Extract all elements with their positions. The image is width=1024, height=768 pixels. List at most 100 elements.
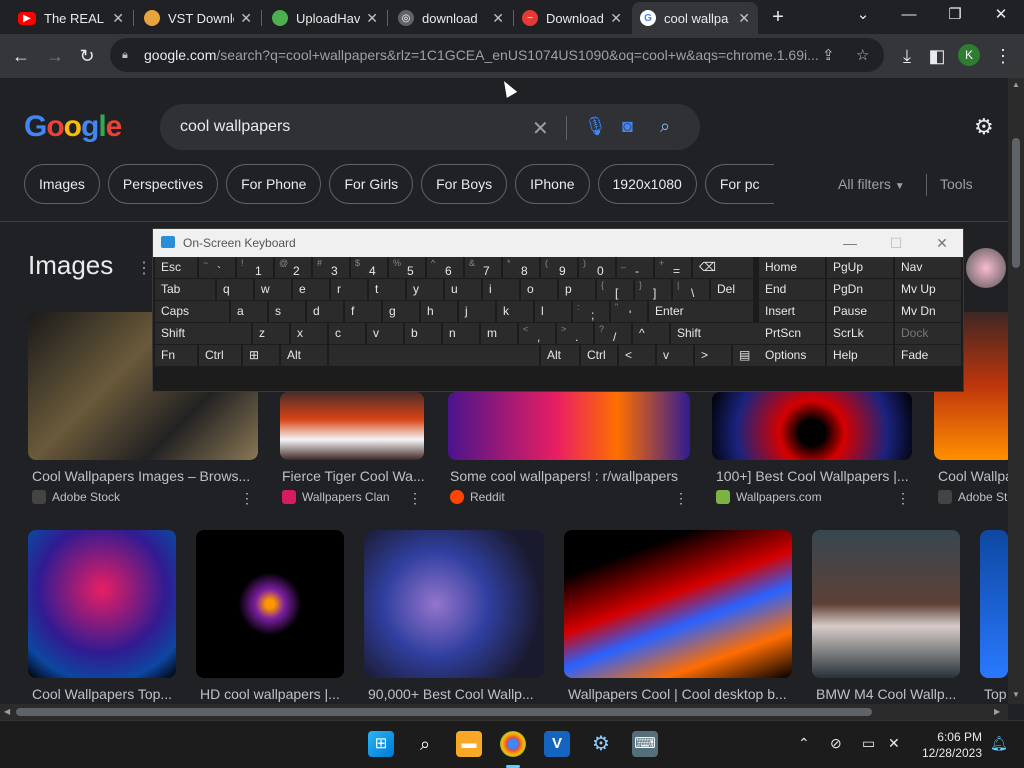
- result-title[interactable]: 100+] Best Cool Wallpapers |...: [716, 468, 912, 484]
- osk-key[interactable]: b: [405, 323, 441, 344]
- osk-key[interactable]: Tab: [155, 279, 215, 300]
- forward-button[interactable]: →: [42, 43, 68, 69]
- tab-vst-download[interactable]: VST Downlo ✕: [136, 4, 260, 32]
- osk-key[interactable]: + =: [655, 257, 691, 278]
- osk-key[interactable]: m: [481, 323, 517, 344]
- result-image[interactable]: [28, 530, 176, 678]
- chip-perspectives[interactable]: Perspectives: [107, 164, 219, 204]
- result-image[interactable]: [280, 392, 424, 460]
- osk-nav-key[interactable]: Mv Dn: [895, 301, 961, 322]
- tab-search-button[interactable]: ⌄: [840, 4, 886, 28]
- osk-key[interactable]: % 5: [389, 257, 425, 278]
- taskbar-clock[interactable]: 6:06 PM 12/28/2023: [918, 729, 982, 761]
- result-image[interactable]: [812, 530, 960, 678]
- osk-key[interactable]: u: [445, 279, 481, 300]
- google-logo[interactable]: Google: [24, 110, 122, 144]
- result-title[interactable]: 90,000+ Best Cool Wallp...: [368, 686, 544, 702]
- osk-nav-key[interactable]: End: [759, 279, 825, 300]
- result-title[interactable]: Some cool wallpapers! : r/wallpapers: [450, 468, 690, 484]
- network-icon[interactable]: ⊘: [830, 735, 842, 752]
- new-tab-button[interactable]: +: [766, 4, 790, 30]
- osk-key[interactable]: Esc: [155, 257, 197, 278]
- osk-key[interactable]: Alt: [281, 345, 327, 366]
- close-icon[interactable]: ✕: [240, 10, 252, 27]
- more-icon[interactable]: ⋮: [896, 490, 910, 507]
- lens-camera-icon[interactable]: ◙: [622, 116, 633, 137]
- result-title[interactable]: Fierce Tiger Cool Wa...: [282, 468, 424, 484]
- close-icon[interactable]: ✕: [112, 10, 124, 27]
- search-icon[interactable]: ⌕: [660, 116, 670, 137]
- osk-close-button[interactable]: ✕: [919, 229, 965, 257]
- result-source[interactable]: Adobe Stock: [32, 490, 120, 504]
- osk-key[interactable]: Del: [711, 279, 753, 300]
- osk-key[interactable]: $4: [351, 257, 387, 278]
- osk-key[interactable]: #3: [313, 257, 349, 278]
- tab-youtube[interactable]: ▶ The REAL P ✕: [10, 4, 132, 32]
- side-panel-icon[interactable]: ◧: [924, 43, 950, 69]
- result-image[interactable]: [564, 530, 792, 678]
- chip-for-boys[interactable]: For Boys: [421, 164, 508, 204]
- osk-key[interactable]: Shift: [155, 323, 251, 344]
- osk-key[interactable]: ⊞: [243, 345, 279, 366]
- tab-cool-wallpapers[interactable]: G cool wallpa ✕: [632, 2, 758, 34]
- lock-icon[interactable]: 🔒︎: [122, 49, 134, 61]
- chip-for-phone[interactable]: For Phone: [226, 164, 322, 204]
- result-source[interactable]: Adobe St: [938, 490, 1008, 504]
- osk-key[interactable]: r: [331, 279, 367, 300]
- more-icon[interactable]: ⋮: [674, 490, 688, 507]
- download-icon[interactable]: ⤓: [894, 43, 920, 69]
- osk-key[interactable]: ^ 6: [427, 257, 463, 278]
- result-source[interactable]: Reddit: [450, 490, 505, 504]
- result-title[interactable]: HD cool wallpapers |...: [200, 686, 344, 702]
- osk-key[interactable]: v: [657, 345, 693, 366]
- osk-nav-key[interactable]: PrtScn: [759, 323, 825, 344]
- url-text[interactable]: google.com/search?q=cool+wallpapers&rlz=…: [144, 47, 824, 63]
- chevron-up-icon[interactable]: ⌃: [798, 735, 810, 752]
- osk-key[interactable]: Ctrl: [581, 345, 617, 366]
- result-title[interactable]: Top: [984, 686, 1008, 702]
- thumbnail-image[interactable]: [966, 248, 1006, 288]
- chip-1920x1080[interactable]: 1920x1080: [597, 164, 697, 204]
- osk-key[interactable]: g: [383, 301, 419, 322]
- osk-key[interactable]: {[: [597, 279, 633, 300]
- result-image[interactable]: [196, 530, 344, 678]
- more-icon[interactable]: ⋮: [408, 490, 422, 507]
- result-title[interactable]: BMW M4 Cool Wallp...: [816, 686, 960, 702]
- osk-key[interactable]: z: [253, 323, 289, 344]
- osk-key[interactable]: (9: [541, 257, 577, 278]
- osk-key[interactable]: @2: [275, 257, 311, 278]
- result-title[interactable]: Cool Wallpapers Images – Brows...: [32, 468, 250, 484]
- scrollbar-thumb[interactable]: [16, 708, 872, 716]
- result-image[interactable]: [980, 530, 1008, 678]
- volume-icon[interactable]: ✕: [888, 735, 900, 752]
- microphone-icon[interactable]: 🎙︎: [584, 116, 607, 137]
- close-icon[interactable]: ✕: [610, 10, 622, 27]
- osk-key[interactable]: Enter: [649, 301, 753, 322]
- osk-key[interactable]: ! 1: [237, 257, 273, 278]
- osk-key[interactable]: q: [217, 279, 253, 300]
- osk-key[interactable]: w: [255, 279, 291, 300]
- scroll-left-arrow-icon[interactable]: ◀: [4, 707, 10, 716]
- osk-key[interactable]: d: [307, 301, 343, 322]
- osk-maximize-button[interactable]: ☐: [873, 229, 919, 257]
- close-icon[interactable]: ✕: [492, 10, 504, 27]
- result-image[interactable]: [712, 392, 912, 460]
- search-box[interactable]: cool wallpapers ✕ 🎙︎ ◙ ⌕: [160, 104, 700, 150]
- settings-gear-icon[interactable]: ⚙: [974, 114, 994, 140]
- osk-nav-key[interactable]: Dock: [895, 323, 961, 344]
- osk-nav-key[interactable]: PgDn: [827, 279, 893, 300]
- result-source[interactable]: Wallpapers Clan: [282, 490, 390, 504]
- osk-key[interactable]: l: [535, 301, 571, 322]
- osk-key[interactable]: t: [369, 279, 405, 300]
- vertical-scrollbar[interactable]: ▲ ▼: [1008, 78, 1024, 704]
- osk-key[interactable]: a: [231, 301, 267, 322]
- osk-key[interactable]: Alt: [541, 345, 579, 366]
- more-icon[interactable]: ⋮: [136, 258, 152, 278]
- osk-key[interactable]: ) 0: [579, 257, 615, 278]
- osk-key[interactable]: >.: [557, 323, 593, 344]
- result-title[interactable]: Cool Wallpa: [938, 468, 1008, 484]
- search-input[interactable]: cool wallpapers: [180, 118, 520, 136]
- osk-key[interactable]: c: [329, 323, 365, 344]
- osk-key[interactable]: & 7: [465, 257, 501, 278]
- osk-nav-key[interactable]: PgUp: [827, 257, 893, 278]
